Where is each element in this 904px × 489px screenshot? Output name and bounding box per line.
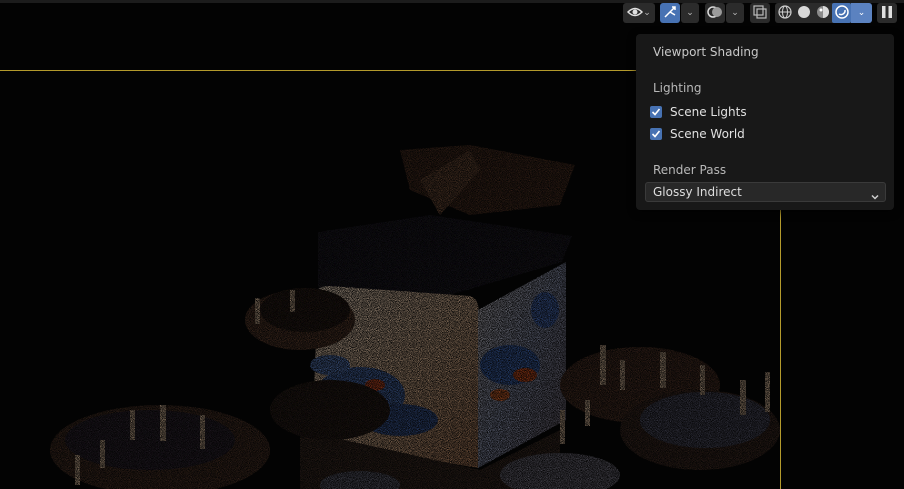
visibility-button[interactable]: ⌄ xyxy=(623,3,655,23)
solid-icon xyxy=(797,4,811,23)
scene-lights-label: Scene Lights xyxy=(670,105,747,119)
checkmark-icon xyxy=(651,130,661,138)
chevron-down-icon: ⌄ xyxy=(643,8,651,18)
xray-icon xyxy=(753,4,767,23)
lighting-label: Lighting xyxy=(653,81,702,95)
overlay-icon xyxy=(707,4,723,23)
render-pass-select[interactable]: Glossy Indirect xyxy=(645,182,886,202)
3d-viewport[interactable]: ⌄ ⌄ ⌄ ⌄ Viewport Shading Lighting Scene … xyxy=(0,0,904,489)
scene-lights-checkbox[interactable] xyxy=(650,106,662,118)
xray-toggle-button[interactable] xyxy=(750,3,770,23)
chevron-down-icon: ⌄ xyxy=(731,8,739,18)
render-pass-label: Render Pass xyxy=(653,163,727,177)
chevron-down-icon: ⌄ xyxy=(686,8,694,18)
scene-lights-toggle[interactable]: Scene Lights xyxy=(650,104,747,120)
wireframe-icon xyxy=(777,4,792,23)
solid-shading-button[interactable] xyxy=(794,3,813,23)
chevron-down-icon: ⌄ xyxy=(857,8,866,18)
gizmo-dropdown[interactable]: ⌄ xyxy=(681,3,699,23)
shading-dropdown[interactable]: ⌄ xyxy=(851,3,872,23)
scene-world-checkbox[interactable] xyxy=(650,128,662,140)
scene-world-label: Scene World xyxy=(670,127,745,141)
wireframe-shading-button[interactable] xyxy=(775,3,794,23)
popover-title: Viewport Shading xyxy=(653,45,759,59)
rendered-shading-button[interactable] xyxy=(832,3,851,23)
shading-mode-group: ⌄ xyxy=(775,3,872,23)
overlay-dropdown[interactable]: ⌄ xyxy=(726,3,744,23)
overlay-button[interactable] xyxy=(705,3,725,23)
pause-render-button[interactable] xyxy=(877,3,897,23)
material-preview-icon xyxy=(816,4,830,23)
pause-icon xyxy=(881,4,893,23)
scene-world-toggle[interactable]: Scene World xyxy=(650,126,745,142)
rendered-icon xyxy=(834,4,849,23)
render-pass-value: Glossy Indirect xyxy=(653,185,742,199)
eye-icon xyxy=(627,4,644,23)
viewport-shading-popover: Viewport Shading Lighting Scene Lights S… xyxy=(636,34,894,210)
chevron-down-icon xyxy=(870,187,880,206)
checkmark-icon xyxy=(651,108,661,116)
material-preview-button[interactable] xyxy=(813,3,832,23)
gizmo-toggle-button[interactable] xyxy=(660,3,680,23)
gizmo-toggle-icon xyxy=(663,4,677,23)
